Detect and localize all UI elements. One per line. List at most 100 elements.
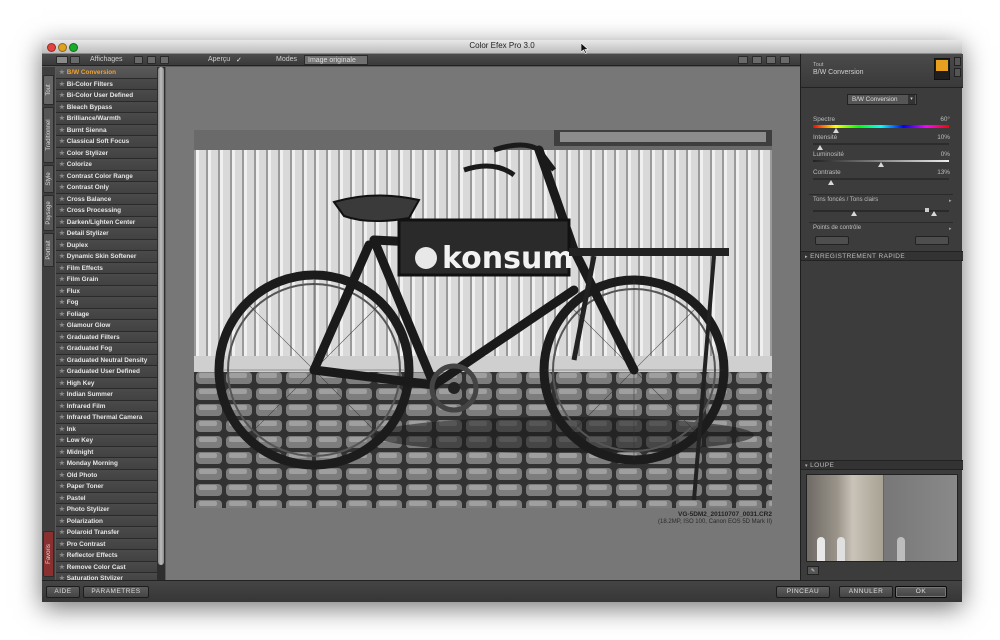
view-list-button[interactable] [56, 56, 68, 64]
favorite-star-icon[interactable]: ★ [59, 437, 65, 444]
luminosite-slider-knob[interactable] [878, 162, 884, 167]
spectre-slider-knob[interactable] [833, 128, 840, 133]
favorite-star-icon[interactable]: ★ [59, 69, 65, 76]
favorite-star-icon[interactable]: ★ [59, 138, 65, 145]
favorite-star-icon[interactable]: ★ [59, 276, 65, 283]
favorite-star-icon[interactable]: ★ [59, 299, 65, 306]
panel-scroll-down-icon[interactable] [954, 68, 961, 77]
quick-save-section[interactable]: ▸ ENREGISTREMENT RAPIDE [801, 251, 963, 261]
filter-item[interactable]: ★ Brilliance/Warmth [56, 113, 157, 125]
favorite-star-icon[interactable]: ★ [59, 564, 65, 571]
favorite-star-icon[interactable]: ★ [59, 150, 65, 157]
filter-item[interactable]: ★ Film Grain [56, 274, 157, 286]
tones-light-knob[interactable] [931, 211, 937, 216]
favorite-star-icon[interactable]: ★ [59, 219, 65, 226]
fit-tool-icon[interactable] [780, 56, 790, 64]
method-dropdown[interactable]: B/W Conversion ▾ [847, 94, 917, 105]
favorite-star-icon[interactable]: ★ [59, 161, 65, 168]
control-points-label[interactable]: Points de contrôle [813, 225, 861, 231]
filter-item[interactable]: ★ Cross Processing [56, 205, 157, 217]
filter-item[interactable]: ★ Infrared Thermal Camera [56, 412, 157, 424]
filter-item[interactable]: ★ Bi-Color Filters [56, 78, 157, 90]
tones-label[interactable]: Tons foncés / Tons clairs [813, 197, 878, 203]
filter-item[interactable]: ★ Graduated Filters [56, 331, 157, 343]
tones-dark-knob[interactable] [851, 211, 857, 216]
favorite-star-icon[interactable]: ★ [59, 460, 65, 467]
filter-item[interactable]: ★ Bi-Color User Defined [56, 90, 157, 102]
filter-item[interactable]: ★ Color Stylizer [56, 147, 157, 159]
cancel-button[interactable]: ANNULER [839, 586, 893, 598]
tab-paysage[interactable]: Paysage [43, 195, 54, 231]
favorite-star-icon[interactable]: ★ [59, 518, 65, 525]
filter-item[interactable]: ★ Fog [56, 297, 157, 309]
favorite-star-icon[interactable]: ★ [59, 288, 65, 295]
filter-item[interactable]: ★ Indian Summer [56, 389, 157, 401]
loupe-section[interactable]: ▾ LOUPE [801, 460, 963, 470]
favorite-star-icon[interactable]: ★ [59, 334, 65, 341]
filter-list-scrollbar[interactable] [157, 67, 165, 580]
favorite-star-icon[interactable]: ★ [59, 81, 65, 88]
filter-item[interactable]: ★ Contrast Color Range [56, 170, 157, 182]
filter-item[interactable]: ★ Monday Morning [56, 458, 157, 470]
filter-item[interactable]: ★ Colorize [56, 159, 157, 171]
filter-item[interactable]: ★ Old Photo [56, 469, 157, 481]
loupe-tool-icon[interactable] [766, 56, 776, 64]
scrollbar-thumb[interactable] [158, 67, 164, 565]
filter-item[interactable]: ★ B/W Conversion [56, 67, 157, 79]
preview-canvas[interactable]: konsum VG-5DM2_20110707_0031.CR2 (18.2MP… [166, 67, 800, 580]
favorite-star-icon[interactable]: ★ [59, 506, 65, 513]
favorite-star-icon[interactable]: ★ [59, 92, 65, 99]
favorite-star-icon[interactable]: ★ [59, 230, 65, 237]
favorite-star-icon[interactable]: ★ [59, 414, 65, 421]
favorite-star-icon[interactable]: ★ [59, 368, 65, 375]
favorite-star-icon[interactable]: ★ [59, 529, 65, 536]
tab-portrait[interactable]: Portrait [43, 233, 54, 267]
tab-style[interactable]: Style [43, 165, 54, 193]
view-grid-button[interactable] [70, 56, 80, 64]
intensite-slider-knob[interactable] [816, 145, 823, 150]
loupe-view[interactable] [806, 474, 958, 562]
filter-item[interactable]: ★ Cross Balance [56, 193, 157, 205]
filter-item[interactable]: ★ Glamour Glow [56, 320, 157, 332]
add-control-point-button[interactable] [815, 236, 849, 245]
loupe-split-line[interactable] [883, 475, 884, 561]
filter-item[interactable]: ★ Classical Soft Focus [56, 136, 157, 148]
filter-item[interactable]: ★ Contrast Only [56, 182, 157, 194]
favorite-star-icon[interactable]: ★ [59, 483, 65, 490]
modes-select[interactable]: Image originale [304, 55, 368, 65]
favorite-star-icon[interactable]: ★ [59, 127, 65, 134]
favorite-star-icon[interactable]: ★ [59, 265, 65, 272]
favorite-star-icon[interactable]: ★ [59, 357, 65, 364]
favorite-star-icon[interactable]: ★ [59, 472, 65, 479]
filter-item[interactable]: ★ Ink [56, 423, 157, 435]
filter-item[interactable]: ★ Flux [56, 285, 157, 297]
zoom-tool-icon[interactable] [752, 56, 762, 64]
favorite-star-icon[interactable]: ★ [59, 311, 65, 318]
favorite-star-icon[interactable]: ★ [59, 196, 65, 203]
favorite-star-icon[interactable]: ★ [59, 345, 65, 352]
contraste-slider-knob[interactable] [827, 180, 834, 185]
favorite-star-icon[interactable]: ★ [59, 495, 65, 502]
favorite-star-icon[interactable]: ★ [59, 322, 65, 329]
filter-item[interactable]: ★ Saturation Stylizer [56, 573, 157, 580]
filter-item[interactable]: ★ Pro Contrast [56, 538, 157, 550]
filter-item[interactable]: ★ Infrared Film [56, 400, 157, 412]
ok-button[interactable]: OK [895, 586, 947, 598]
filter-item[interactable]: ★ Burnt Sienna [56, 124, 157, 136]
filter-item[interactable]: ★ Polarization [56, 515, 157, 527]
tab-tout[interactable]: Tout [43, 75, 54, 105]
filter-item[interactable]: ★ Dynamic Skin Softener [56, 251, 157, 263]
favorite-star-icon[interactable]: ★ [59, 253, 65, 260]
tab-favoris[interactable]: Favoris [43, 531, 54, 577]
filter-item[interactable]: ★ Polaroid Transfer [56, 527, 157, 539]
favorite-star-icon[interactable]: ★ [59, 207, 65, 214]
filter-item[interactable]: ★ Pastel [56, 492, 157, 504]
filter-item[interactable]: ★ Graduated Neutral Density [56, 354, 157, 366]
pin-loupe-icon[interactable]: ✎ [807, 566, 819, 575]
favorite-star-icon[interactable]: ★ [59, 426, 65, 433]
filter-item[interactable]: ★ Remove Color Cast [56, 561, 157, 573]
view-split-icon[interactable] [147, 56, 156, 64]
favorite-star-icon[interactable]: ★ [59, 115, 65, 122]
remove-control-point-button[interactable] [915, 236, 949, 245]
view-single-icon[interactable] [134, 56, 143, 64]
